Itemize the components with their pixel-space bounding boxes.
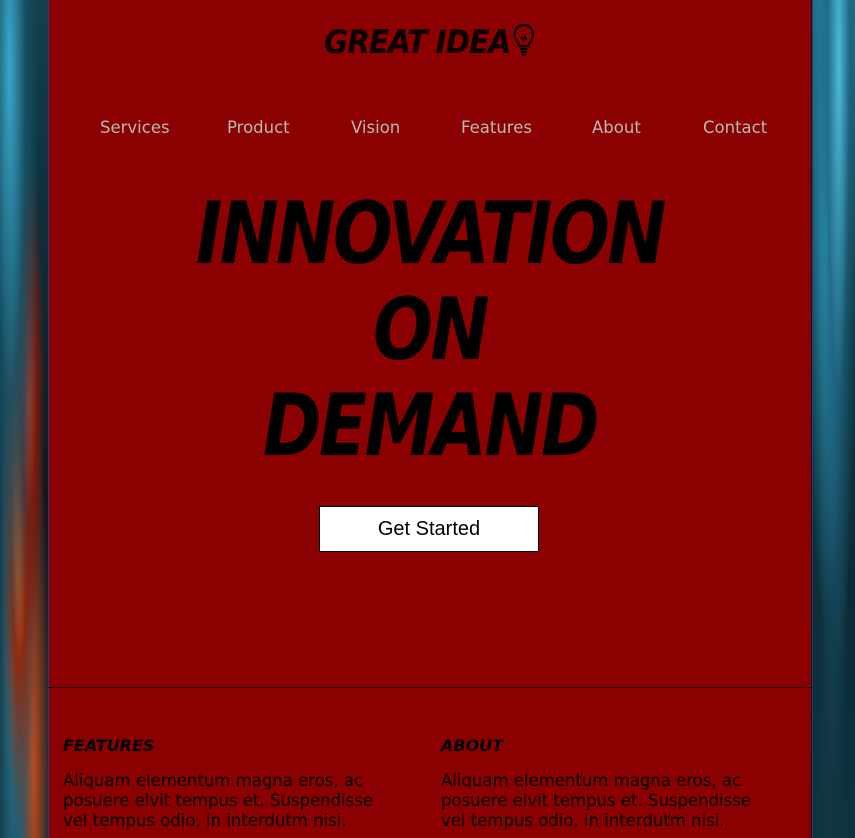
main-navigation: Services Product Vision Features About C… xyxy=(49,118,811,146)
main-page: GREAT IDEA Services Product Vision Featu… xyxy=(49,0,811,838)
lightbulb-icon xyxy=(512,22,536,66)
hero-headline-line-2: ON xyxy=(372,280,490,380)
background-image-right xyxy=(812,0,855,838)
logo-text: GREAT IDEA xyxy=(323,23,511,61)
about-section: ABOUT Aliquam elementum magna eros, ac p… xyxy=(441,736,771,831)
nav-link-about[interactable]: About xyxy=(592,118,641,137)
hero-headline-line-3: DEMAND xyxy=(262,376,600,476)
features-heading: FEATURES xyxy=(63,736,155,755)
hero-section: INNOVATION ON DEMAND xyxy=(49,186,811,474)
features-body: Aliquam elementum magna eros, ac posuere… xyxy=(63,771,373,830)
background-image-left xyxy=(0,0,49,838)
get-started-button[interactable]: Get Started xyxy=(319,506,539,552)
section-divider xyxy=(49,687,811,688)
nav-link-contact[interactable]: Contact xyxy=(703,118,767,137)
nav-link-services[interactable]: Services xyxy=(100,118,170,137)
about-body: Aliquam elementum magna eros, ac posuere… xyxy=(441,771,751,830)
nav-link-vision[interactable]: Vision xyxy=(351,118,400,137)
nav-link-product[interactable]: Product xyxy=(227,118,290,137)
nav-link-features[interactable]: Features xyxy=(461,118,532,137)
about-heading: ABOUT xyxy=(441,736,504,755)
site-logo[interactable]: GREAT IDEA xyxy=(79,22,780,66)
features-section: FEATURES Aliquam elementum magna eros, a… xyxy=(63,736,393,831)
hero-headline-line-1: INNOVATION xyxy=(195,184,667,284)
